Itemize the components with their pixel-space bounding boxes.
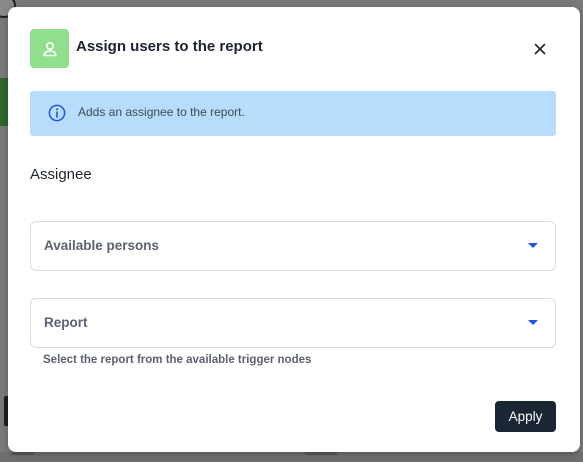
- info-banner-text: Adds an assignee to the report.: [78, 105, 245, 119]
- close-button[interactable]: [531, 40, 549, 58]
- apply-button[interactable]: Apply: [495, 401, 556, 432]
- info-banner: Adds an assignee to the report.: [30, 91, 556, 136]
- dialog-title: Assign users to the report: [76, 38, 263, 55]
- available-persons-select[interactable]: Available persons: [30, 221, 556, 271]
- assignee-heading: Assignee: [30, 166, 92, 183]
- assign-users-dialog: Assign users to the report Adds an assig…: [8, 7, 580, 452]
- report-helper-text: Select the report from the available tri…: [43, 354, 312, 366]
- background-bottom-strip: [0, 452, 583, 462]
- info-icon: [48, 104, 66, 122]
- background-mark: [12, 452, 34, 455]
- available-persons-label: Available persons: [44, 238, 160, 253]
- report-label: Report: [44, 315, 88, 330]
- close-icon: [534, 43, 546, 55]
- caret-down-icon: [528, 243, 538, 248]
- report-select[interactable]: Report: [30, 298, 556, 348]
- person-icon: [30, 29, 69, 68]
- background-mark: [305, 452, 337, 455]
- caret-down-icon: [528, 320, 538, 325]
